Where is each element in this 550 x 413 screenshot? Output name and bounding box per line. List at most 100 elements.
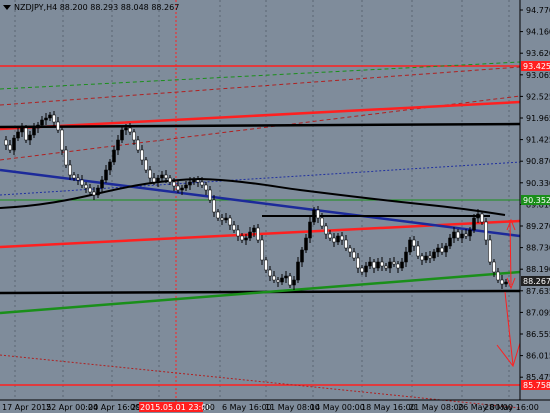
candle-body bbox=[112, 149, 116, 163]
candle-body bbox=[208, 189, 212, 201]
candle-body bbox=[8, 144, 12, 151]
price-tag-label: 85.758 bbox=[523, 381, 550, 390]
candle-body bbox=[16, 131, 20, 139]
price-label: 88.730 bbox=[526, 244, 550, 253]
candle-body bbox=[40, 119, 44, 126]
candle-body bbox=[404, 251, 408, 263]
candle-body bbox=[436, 247, 440, 253]
candle-body bbox=[336, 235, 340, 243]
candle-body bbox=[332, 237, 336, 243]
candle-body bbox=[328, 233, 332, 239]
candle-body bbox=[480, 213, 484, 223]
symbol-info: NZDJPY,H4 88.200 88.293 88.048 88.267 bbox=[14, 3, 179, 12]
candle-body bbox=[96, 187, 100, 196]
candle-body bbox=[188, 181, 192, 186]
candle-body bbox=[304, 237, 308, 251]
candle-body bbox=[276, 279, 280, 283]
candle-body bbox=[456, 231, 460, 239]
symbol-info-box: NZDJPY,H4 88.200 88.293 88.048 88.267 bbox=[3, 3, 179, 12]
candle-body bbox=[60, 129, 64, 151]
price-tag-label: 93.425 bbox=[523, 62, 550, 71]
candle-body bbox=[164, 174, 168, 179]
candle-body bbox=[464, 233, 468, 237]
candle-body bbox=[200, 181, 204, 186]
candle-body bbox=[148, 169, 152, 179]
time-label: 17 Apr 2015 bbox=[2, 403, 51, 412]
price-label: 91.425 bbox=[526, 136, 550, 145]
candle-body bbox=[140, 149, 144, 161]
time-label: 18 May 16:00 bbox=[361, 403, 416, 412]
candle-body bbox=[504, 281, 508, 285]
candle-body bbox=[380, 261, 384, 267]
price-label: 94.160 bbox=[526, 28, 550, 37]
candle-body bbox=[20, 127, 24, 133]
candle-body bbox=[224, 217, 228, 221]
candle-body bbox=[292, 279, 296, 286]
price-label: 90.330 bbox=[526, 179, 550, 188]
candle-body bbox=[36, 124, 40, 129]
candle-body bbox=[76, 177, 80, 181]
candle-body bbox=[68, 164, 72, 176]
candle-body bbox=[388, 261, 392, 269]
candle-body bbox=[384, 265, 388, 269]
candle-body bbox=[300, 249, 304, 263]
candle-body bbox=[124, 127, 128, 131]
candle-body bbox=[160, 174, 164, 179]
candle-body bbox=[72, 174, 76, 179]
candle-body bbox=[228, 217, 232, 226]
candle-body bbox=[428, 255, 432, 259]
candle-body bbox=[256, 227, 260, 241]
candle-body bbox=[92, 191, 96, 196]
candle-body bbox=[280, 277, 284, 283]
candle-body bbox=[424, 255, 428, 261]
candle-body bbox=[32, 127, 36, 136]
candle-body bbox=[264, 259, 268, 271]
candle-body bbox=[88, 187, 92, 193]
candle-body bbox=[28, 134, 32, 141]
price-chart[interactable]: NZDJPY,H4 88.200 88.293 88.048 88.267 94… bbox=[0, 0, 550, 413]
candle-body bbox=[476, 213, 480, 219]
candle-body bbox=[484, 221, 488, 241]
candle-body bbox=[340, 235, 344, 241]
candle-body bbox=[12, 137, 16, 151]
time-label: 28 May 16:00 bbox=[484, 403, 539, 412]
candle-body bbox=[488, 239, 492, 263]
price-label: 94.770 bbox=[526, 6, 550, 15]
price-label: 87.095 bbox=[526, 308, 550, 317]
candle-body bbox=[204, 184, 208, 191]
price-label: 93.065 bbox=[526, 71, 550, 80]
price-tag-label: 88.267 bbox=[523, 277, 550, 286]
candle-body bbox=[56, 121, 60, 131]
candle-body bbox=[364, 265, 368, 273]
candle-body bbox=[344, 239, 348, 249]
candle-body bbox=[48, 114, 52, 119]
candle-body bbox=[296, 261, 300, 281]
price-label: 88.190 bbox=[526, 265, 550, 274]
candle-body bbox=[176, 185, 180, 191]
candle-body bbox=[128, 127, 132, 133]
candle-body bbox=[352, 251, 356, 259]
candle-body bbox=[500, 279, 504, 285]
candle-body bbox=[196, 179, 200, 183]
candle-body bbox=[52, 114, 56, 123]
candle-body bbox=[120, 129, 124, 141]
candle-body bbox=[268, 269, 272, 277]
candle-body bbox=[220, 217, 224, 221]
candle-body bbox=[468, 229, 472, 237]
price-label: 86.555 bbox=[526, 330, 550, 339]
candle-body bbox=[152, 177, 156, 183]
candle-body bbox=[4, 139, 8, 146]
candle-body bbox=[308, 221, 312, 239]
candle-body bbox=[324, 225, 328, 235]
candle-body bbox=[212, 199, 216, 213]
candle-body bbox=[64, 149, 68, 166]
candle-body bbox=[472, 217, 476, 231]
candle-body bbox=[356, 257, 360, 269]
price-label: 92.525 bbox=[526, 92, 550, 101]
price-label: 93.620 bbox=[526, 49, 550, 58]
candle-body bbox=[24, 127, 28, 141]
time-scale-labels: 17 Apr 201522 Apr 00:0024 Apr 16:0029 A2… bbox=[2, 402, 539, 412]
candle-body bbox=[492, 261, 496, 273]
candle-body bbox=[348, 247, 352, 253]
candle-body bbox=[100, 179, 104, 189]
